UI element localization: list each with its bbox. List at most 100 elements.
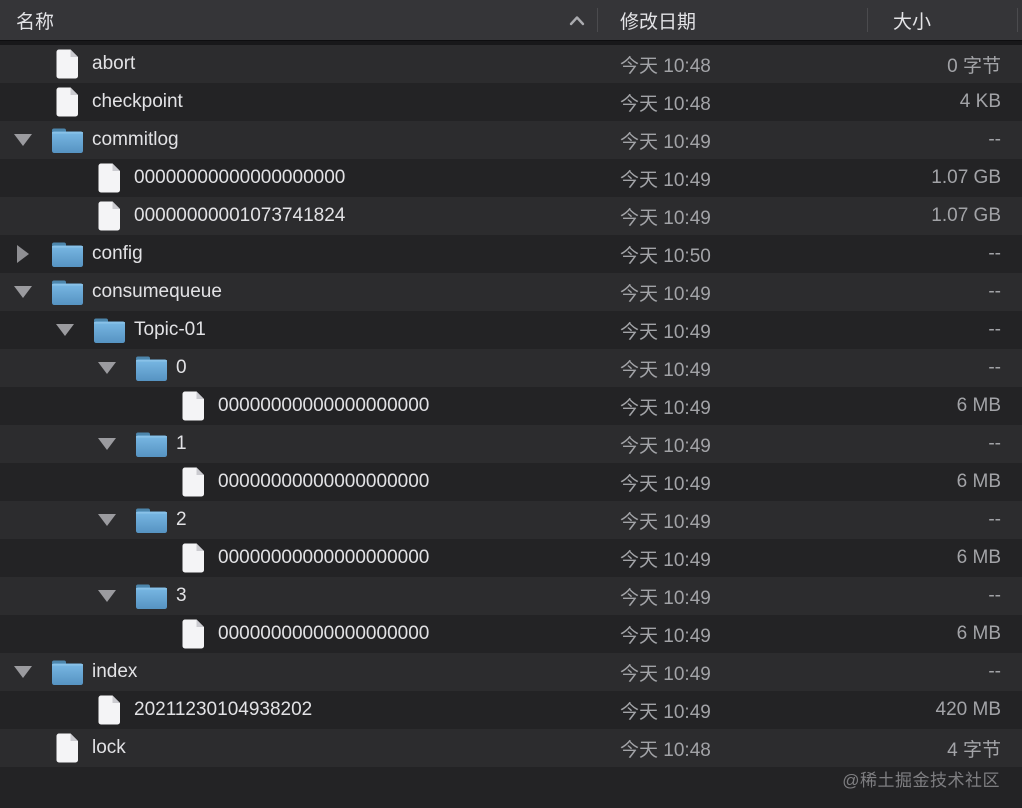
disclosure-slot: [12, 245, 50, 263]
item-size: --: [988, 243, 1001, 264]
disclosure-slot: [12, 134, 50, 146]
name-cell: config: [0, 235, 598, 273]
column-header-size-label: 大小: [893, 11, 932, 33]
file-icon: [176, 391, 210, 421]
item-date: 今天 10:48: [620, 93, 711, 115]
item-name: 20211230104938202: [134, 699, 313, 720]
disclosure-slot: [96, 438, 134, 450]
table-row[interactable]: 00000000000000000000 今天 10:49 1.07 GB: [0, 159, 1022, 197]
name-cell: Topic-01: [0, 311, 598, 349]
item-size: --: [988, 509, 1001, 530]
disclosure-triangle-collapsed-icon[interactable]: [17, 245, 29, 263]
item-date: 今天 10:49: [620, 549, 711, 571]
file-icon: [50, 49, 84, 79]
item-size: --: [988, 357, 1001, 378]
column-header-date[interactable]: 修改日期: [598, 0, 868, 40]
table-row[interactable]: 00000000000000000000 今天 10:49 6 MB: [0, 387, 1022, 425]
item-size: --: [988, 319, 1001, 340]
table-row[interactable]: 2 今天 10:49 --: [0, 501, 1022, 539]
name-cell: 00000000001073741824: [0, 197, 598, 235]
disclosure-slot: [96, 590, 134, 602]
table-row[interactable]: consumequeue 今天 10:49 --: [0, 273, 1022, 311]
column-header-size[interactable]: 大小: [868, 0, 1018, 40]
table-row[interactable]: 20211230104938202 今天 10:49 420 MB: [0, 691, 1022, 729]
item-size: --: [988, 281, 1001, 302]
item-date: 今天 10:49: [620, 701, 711, 723]
disclosure-triangle-expanded-icon[interactable]: [98, 590, 116, 602]
item-name: 1: [176, 433, 187, 454]
file-list: abort 今天 10:48 0 字节 checkpoint 今天 10:48 …: [0, 45, 1022, 808]
item-size: 1.07 GB: [931, 167, 1001, 188]
item-size: 6 MB: [956, 395, 1001, 416]
name-cell: abort: [0, 45, 598, 83]
column-header-name-label: 名称: [16, 11, 55, 33]
column-header-date-label: 修改日期: [620, 11, 697, 33]
item-size: --: [988, 129, 1001, 150]
name-cell: 0: [0, 349, 598, 387]
table-row[interactable]: abort 今天 10:48 0 字节: [0, 45, 1022, 83]
table-row[interactable]: 00000000000000000000 今天 10:49 6 MB: [0, 539, 1022, 577]
table-row[interactable]: 00000000000000000000 今天 10:49 6 MB: [0, 615, 1022, 653]
name-cell: 00000000000000000000: [0, 159, 598, 197]
item-size: 0 字节: [947, 55, 1001, 77]
folder-icon: [92, 317, 126, 344]
item-name: 3: [176, 585, 187, 606]
table-row[interactable]: 00000000001073741824 今天 10:49 1.07 GB: [0, 197, 1022, 235]
disclosure-triangle-expanded-icon[interactable]: [98, 362, 116, 374]
table-row[interactable]: lock 今天 10:48 4 字节: [0, 729, 1022, 767]
item-date: 今天 10:49: [620, 207, 711, 229]
item-name: Topic-01: [134, 319, 206, 340]
folder-icon: [134, 507, 168, 534]
disclosure-slot: [12, 666, 50, 678]
list-header: 名称 修改日期 大小: [0, 0, 1022, 41]
item-size: 6 MB: [956, 547, 1001, 568]
name-cell: 2: [0, 501, 598, 539]
item-date: 今天 10:49: [620, 321, 711, 343]
table-row[interactable]: checkpoint 今天 10:48 4 KB: [0, 83, 1022, 121]
disclosure-slot: [96, 514, 134, 526]
item-size: 6 MB: [956, 471, 1001, 492]
table-row[interactable]: Topic-01 今天 10:49 --: [0, 311, 1022, 349]
name-cell: 3: [0, 577, 598, 615]
name-cell: 00000000000000000000: [0, 463, 598, 501]
name-cell: checkpoint: [0, 83, 598, 121]
table-row[interactable]: 3 今天 10:49 --: [0, 577, 1022, 615]
file-icon: [50, 733, 84, 763]
column-header-name[interactable]: 名称: [0, 0, 598, 40]
table-row[interactable]: config 今天 10:50 --: [0, 235, 1022, 273]
table-row[interactable]: index 今天 10:49 --: [0, 653, 1022, 691]
name-cell: index: [0, 653, 598, 691]
disclosure-triangle-expanded-icon[interactable]: [14, 666, 32, 678]
table-row[interactable]: 00000000000000000000 今天 10:49 6 MB: [0, 463, 1022, 501]
disclosure-triangle-expanded-icon[interactable]: [14, 134, 32, 146]
disclosure-triangle-expanded-icon[interactable]: [98, 438, 116, 450]
item-size: 6 MB: [956, 623, 1001, 644]
table-row[interactable]: 0 今天 10:49 --: [0, 349, 1022, 387]
item-name: 00000000000000000000: [218, 623, 430, 644]
item-name: abort: [92, 53, 136, 74]
folder-icon: [50, 279, 84, 306]
item-date: 今天 10:49: [620, 359, 711, 381]
folder-icon: [134, 431, 168, 458]
disclosure-triangle-expanded-icon[interactable]: [98, 514, 116, 526]
item-name: 00000000001073741824: [134, 205, 346, 226]
folder-icon: [50, 241, 84, 268]
item-date: 今天 10:49: [620, 169, 711, 191]
disclosure-triangle-expanded-icon[interactable]: [56, 324, 74, 336]
file-icon: [176, 467, 210, 497]
file-icon: [92, 163, 126, 193]
item-size: --: [988, 661, 1001, 682]
disclosure-triangle-expanded-icon[interactable]: [14, 286, 32, 298]
item-size: 4 字节: [947, 739, 1001, 761]
table-row[interactable]: 1 今天 10:49 --: [0, 425, 1022, 463]
item-size: 4 KB: [959, 91, 1001, 112]
item-size: 1.07 GB: [931, 205, 1001, 226]
item-date: 今天 10:49: [620, 473, 711, 495]
name-cell: 1: [0, 425, 598, 463]
disclosure-slot: [12, 286, 50, 298]
item-size: 420 MB: [935, 699, 1001, 720]
table-row[interactable]: commitlog 今天 10:49 --: [0, 121, 1022, 159]
name-cell: lock: [0, 729, 598, 767]
name-cell: 20211230104938202: [0, 691, 598, 729]
item-date: 今天 10:49: [620, 131, 711, 153]
